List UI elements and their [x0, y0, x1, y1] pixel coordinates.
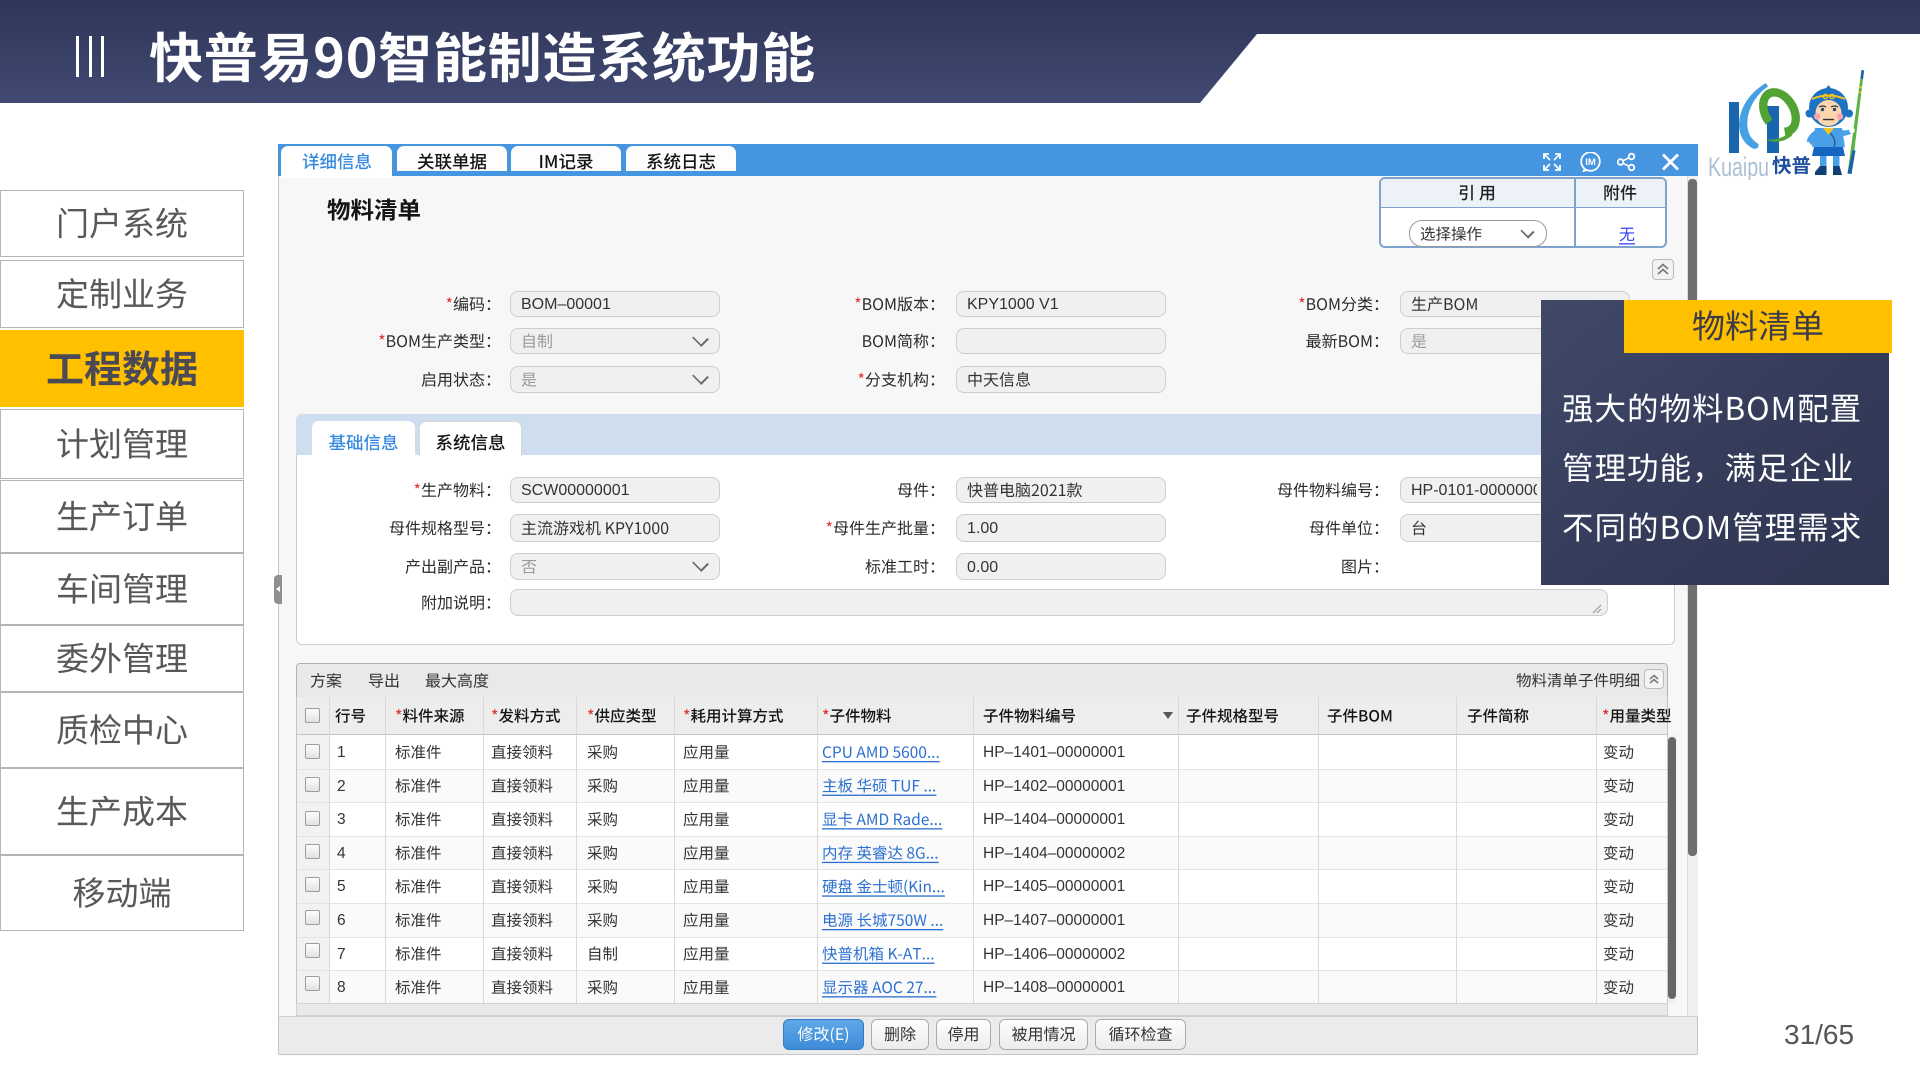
- svg-text:IM: IM: [1585, 157, 1596, 168]
- svg-text:Kuaipu: Kuaipu: [1708, 152, 1769, 180]
